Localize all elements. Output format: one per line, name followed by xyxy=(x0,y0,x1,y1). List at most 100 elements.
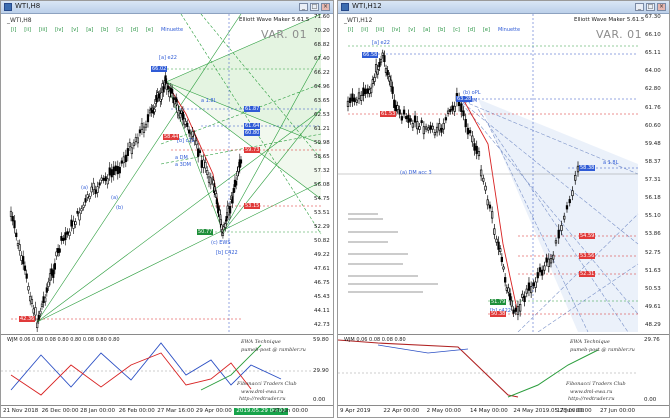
price-chart-canvas[interactable]: [a] e22 [b] c22 (a) (b) (a) (c) EWS [b] … xyxy=(1,14,334,332)
svg-text:(a): (a) xyxy=(111,195,118,201)
window-titlebar[interactable]: WTI,H8 _ □ × xyxy=(1,1,333,14)
price-tick: 57.32 xyxy=(314,168,330,174)
window-titlebar[interactable]: WTI,H12 _ □ × xyxy=(338,1,669,14)
wave-cycle-8[interactable]: [d] xyxy=(468,27,475,33)
price-tick: 61.76 xyxy=(645,104,661,111)
wave-cycle-0[interactable]: [i] xyxy=(11,27,16,33)
wave-cycle-2[interactable]: [iii] xyxy=(376,27,384,33)
credit-site: www.dml-ewa.ru xyxy=(570,389,613,395)
wave-cycle-7[interactable]: [c] xyxy=(453,27,460,33)
wave-cycle-2[interactable]: [iii] xyxy=(39,27,47,33)
wave-cycle-5[interactable]: [a] xyxy=(423,27,430,33)
candle-body xyxy=(360,95,363,101)
candle-body xyxy=(39,310,42,315)
price-chart-canvas[interactable]: [a] e22 (b) oPL [b] IM (a) DM acc 3 [b] … xyxy=(338,14,670,332)
wave-cycle-9[interactable]: [e] xyxy=(483,27,490,33)
oscillator-canvas[interactable] xyxy=(338,335,670,405)
candle-body xyxy=(376,69,379,75)
candle-body xyxy=(560,225,563,231)
candle-body xyxy=(235,180,238,186)
oscillator-canvas[interactable] xyxy=(1,335,334,405)
price-label-box: 42.36 xyxy=(19,316,36,322)
candle-body xyxy=(349,97,352,104)
candle-body xyxy=(221,232,225,236)
candle-body xyxy=(427,127,430,131)
wave-cycle-6[interactable]: [b] xyxy=(438,27,445,33)
maximize-button[interactable]: □ xyxy=(310,3,319,11)
candle-body xyxy=(523,295,526,303)
svg-text:a 1.8L: a 1.8L xyxy=(201,98,217,104)
candle-body xyxy=(32,308,35,314)
price-tick: 55.10 xyxy=(645,213,661,220)
minimize-button[interactable]: _ xyxy=(299,3,308,11)
variant-label: VAR. 01 xyxy=(596,28,643,41)
candle-body xyxy=(495,238,498,243)
candle-body xyxy=(400,116,404,121)
price-label-box: 51.79 xyxy=(490,299,507,305)
wave-cycle-0[interactable]: [i] xyxy=(348,27,353,33)
candle-body xyxy=(161,83,164,88)
candle-body xyxy=(460,103,463,112)
price-label-box: 61.64 xyxy=(244,123,261,129)
candle-body xyxy=(96,186,99,193)
candle-body xyxy=(557,229,560,239)
wave-degree-label[interactable]: Minuette xyxy=(498,27,520,33)
price-label-box: 50.38 xyxy=(490,311,507,317)
candle-body xyxy=(552,254,555,260)
price-chart-area[interactable]: [a] e22 (b) oPL [b] IM (a) DM acc 3 [b] … xyxy=(338,14,669,332)
candle-body xyxy=(383,55,386,63)
oscillator-subwindow[interactable]: WJM 0.06 0.08 0.08 0.80 EWA Technique pu… xyxy=(338,334,669,405)
candle-body xyxy=(224,223,227,228)
wave-cycle-3[interactable]: [iv] xyxy=(392,27,400,33)
candle-body xyxy=(543,265,546,271)
chart-window-wti-h12[interactable]: WTI,H12 _ □ × [a] e22 (b) oPL IM (a) DM … xyxy=(337,0,670,418)
candle-body xyxy=(15,232,18,238)
price-tick: 53.51 xyxy=(314,210,330,216)
candle-body xyxy=(530,286,533,294)
wave-cycle-4[interactable]: [v] xyxy=(71,27,78,33)
wave-cycle-1[interactable]: [ii] xyxy=(24,27,31,33)
price-chart-area[interactable]: [a] e22 [b] c22 (a) (b) (a) (c) EWS [b] … xyxy=(1,14,333,332)
candle-body xyxy=(134,137,137,142)
oscillator-header: WJM 0.06 0.08 0.08 0.80 xyxy=(344,337,406,343)
time-axis: 9 Apr 2019 22 Apr 00:00 2 May 00:00 14 May … xyxy=(338,405,669,417)
price-label-box: 58.44 xyxy=(163,134,180,140)
candle-body xyxy=(468,130,472,134)
candle-body xyxy=(442,122,445,130)
minimize-button[interactable]: _ xyxy=(635,3,644,11)
oscillator-subwindow[interactable]: WJM 0.06 0.08 0.08 0.80 0.80 0.08 0.80 0… xyxy=(1,334,333,405)
close-button[interactable]: × xyxy=(657,3,666,11)
price-tick: 64.96 xyxy=(314,84,330,90)
credit-email: pumeb-post @ rambler.ru xyxy=(241,347,306,353)
candle-body xyxy=(200,160,203,168)
candle-body xyxy=(521,293,524,298)
wave-cycle-5[interactable]: [a] xyxy=(86,27,93,33)
candle-body xyxy=(563,215,566,220)
candle-body xyxy=(90,186,93,193)
close-button[interactable]: × xyxy=(321,3,330,11)
wave-cycle-7[interactable]: [c] xyxy=(116,27,123,33)
wave-cycle-4[interactable]: [v] xyxy=(408,27,415,33)
candle-body xyxy=(402,109,406,115)
candle-body xyxy=(462,110,465,117)
wave-cycle-6[interactable]: [b] xyxy=(101,27,108,33)
wave-degree-label[interactable]: Minuette xyxy=(161,27,183,33)
wave-cycle-bar[interactable]: [i] [ii] [iii] [iv] [v] [a] [b] [c] [d] [e] Minuet… xyxy=(11,27,183,33)
wave-cycle-1[interactable]: [ii] xyxy=(361,27,368,33)
candle-body xyxy=(364,88,367,95)
candle-body xyxy=(225,216,228,222)
candle-body xyxy=(118,166,121,174)
price-tick: 61.21 xyxy=(314,126,330,132)
candle-body xyxy=(236,170,239,177)
wave-cycle-8[interactable]: [d] xyxy=(131,27,138,33)
svg-text:a DM: a DM xyxy=(175,155,188,161)
price-tick: 44.11 xyxy=(314,308,330,314)
candle-body xyxy=(108,167,111,176)
candle-body xyxy=(370,87,373,94)
wave-cycle-9[interactable]: [e] xyxy=(146,27,153,33)
chart-window-wti-h8[interactable]: WTI,H8 _ □ × [a] e22 [b] c22 (a) (b) (a)… xyxy=(0,0,334,418)
candle-body xyxy=(76,210,79,214)
wave-cycle-bar[interactable]: [i] [ii] [iii] [iv] [v] [a] [b] [c] [d] [e] Minuet… xyxy=(348,27,520,33)
maximize-button[interactable]: □ xyxy=(646,3,655,11)
wave-cycle-3[interactable]: [iv] xyxy=(55,27,63,33)
